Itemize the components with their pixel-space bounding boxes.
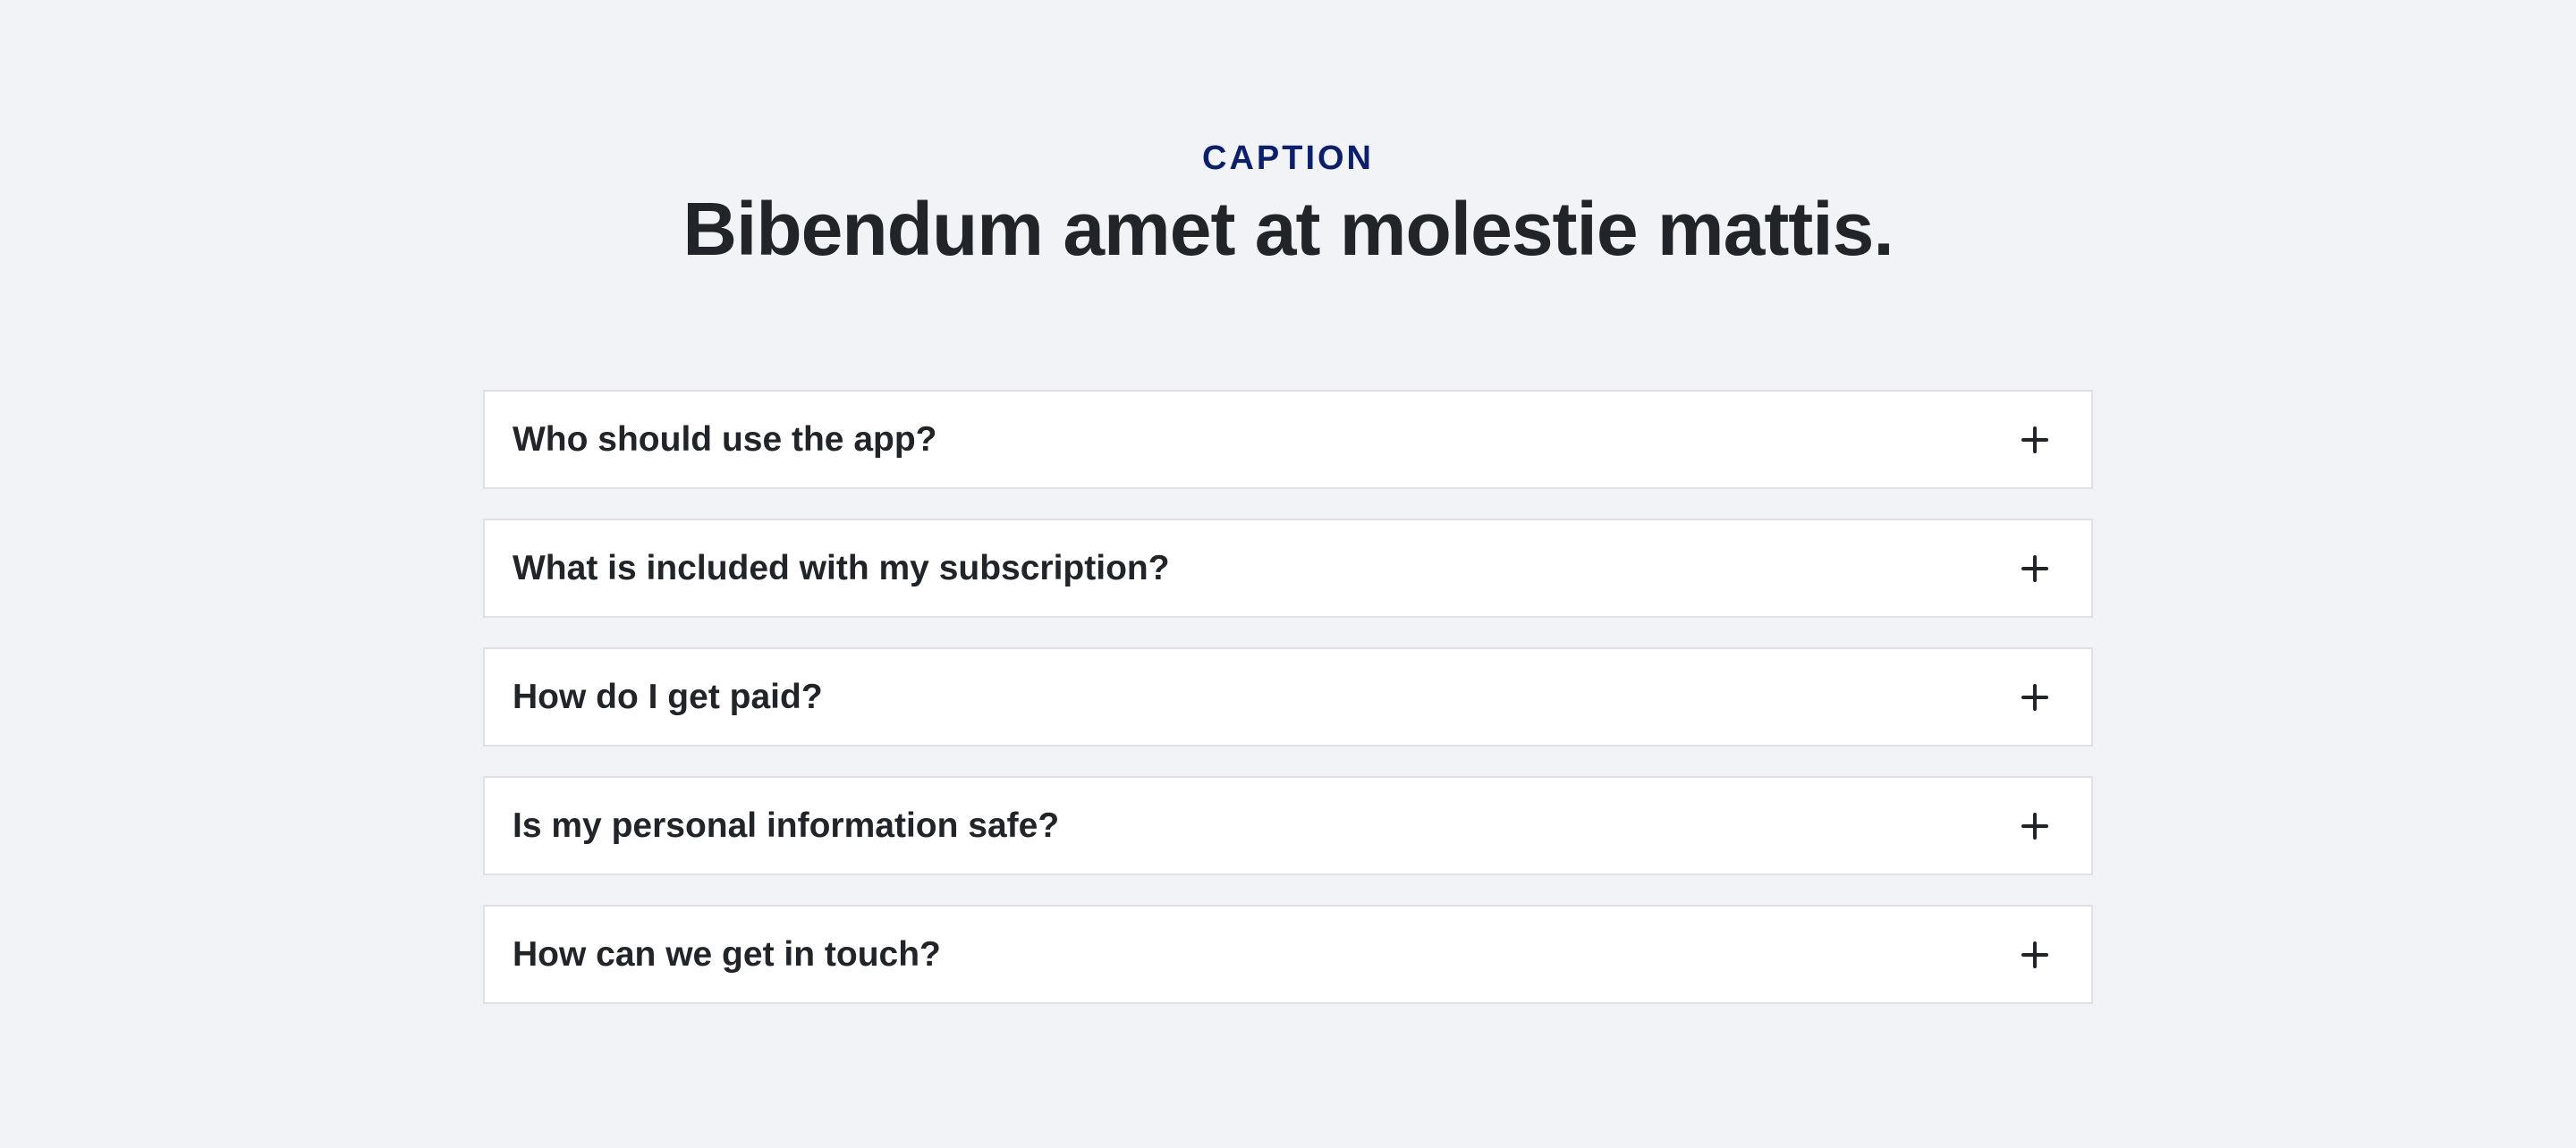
faq-accordion: Who should use the app? What is included…	[483, 390, 2093, 1034]
plus-icon[interactable]	[2021, 554, 2048, 582]
faq-question: Who should use the app?	[513, 419, 937, 459]
faq-item[interactable]: Who should use the app?	[483, 390, 2093, 489]
plus-icon[interactable]	[2021, 941, 2048, 968]
faq-question: How do I get paid?	[513, 677, 823, 716]
faq-item[interactable]: Is my personal information safe?	[483, 776, 2093, 875]
section-caption: CAPTION	[1202, 139, 1374, 177]
faq-question: How can we get in touch?	[513, 934, 941, 974]
plus-icon[interactable]	[2021, 683, 2048, 711]
faq-question: Is my personal information safe?	[513, 806, 1060, 845]
section-title: Bibendum amet at molestie mattis.	[682, 187, 1894, 271]
plus-icon[interactable]	[2021, 426, 2048, 453]
faq-item[interactable]: What is included with my subscription?	[483, 519, 2093, 618]
plus-icon[interactable]	[2021, 812, 2048, 840]
faq-item[interactable]: How do I get paid?	[483, 647, 2093, 747]
faq-question: What is included with my subscription?	[513, 548, 1170, 587]
faq-item[interactable]: How can we get in touch?	[483, 905, 2093, 1004]
